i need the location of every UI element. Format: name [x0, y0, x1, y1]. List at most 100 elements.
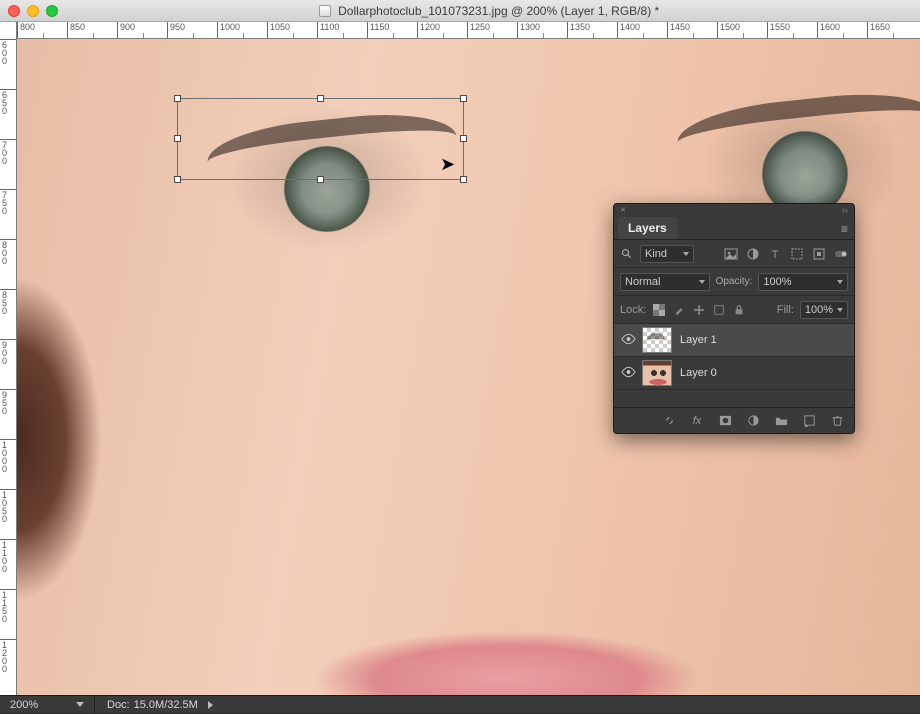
transform-handle-top-right[interactable]: [460, 95, 467, 102]
add-mask-icon[interactable]: [718, 414, 732, 428]
ruler-tick: 1050: [267, 22, 317, 39]
filter-smart-icon[interactable]: [812, 247, 826, 261]
new-adjustment-icon[interactable]: [746, 414, 760, 428]
traffic-lights: [8, 5, 58, 17]
transform-handle-bot-right[interactable]: [460, 176, 467, 183]
visibility-toggle-icon[interactable]: [614, 333, 642, 348]
fill-label: Fill:: [777, 304, 794, 316]
ruler-tick: 1350: [567, 22, 617, 39]
ruler-tick: 850: [67, 22, 117, 39]
ruler-tick: 1150: [367, 22, 417, 39]
ruler-tick: 900: [117, 22, 167, 39]
transform-handle-bot-left[interactable]: [174, 176, 181, 183]
layer-thumbnail[interactable]: [642, 327, 672, 353]
layer-thumbnail[interactable]: [642, 360, 672, 386]
ruler-tick: 600: [0, 39, 17, 89]
ruler-tick: 800: [17, 22, 67, 39]
transform-handle-top-mid[interactable]: [317, 95, 324, 102]
lock-transparent-icon[interactable]: [652, 303, 666, 317]
panel-menu-icon[interactable]: ≡: [841, 222, 848, 236]
lock-all-icon[interactable]: [732, 303, 746, 317]
filter-toggle-icon[interactable]: [834, 247, 848, 261]
layer-name[interactable]: Layer 0: [680, 367, 717, 379]
panel-tabs: Layers ≡: [614, 216, 854, 240]
transform-handle-mid-right[interactable]: [460, 135, 467, 142]
document-title-text: Dollarphotoclub_101073231.jpg @ 200% (La…: [338, 4, 659, 18]
document-icon: [319, 5, 331, 17]
transform-handle-mid-left[interactable]: [174, 135, 181, 142]
filter-pixel-icon[interactable]: [724, 247, 738, 261]
blend-mode-select[interactable]: Normal: [620, 273, 710, 291]
document-title: Dollarphotoclub_101073231.jpg @ 200% (La…: [58, 4, 920, 18]
ruler-tick: 1000: [0, 439, 17, 489]
opacity-label: Opacity:: [716, 276, 753, 287]
ruler-tick: 1100: [0, 539, 17, 589]
ruler-tick: 950: [167, 22, 217, 39]
ruler-tick: 1600: [817, 22, 867, 39]
zoom-level[interactable]: 200%: [0, 699, 68, 711]
layer-name[interactable]: Layer 1: [680, 334, 717, 346]
panel-close-icon[interactable]: ×: [620, 205, 626, 216]
layer-list: Layer 1 Layer 0: [614, 324, 854, 390]
layer-row[interactable]: Layer 0: [614, 357, 854, 390]
lock-label: Lock:: [620, 304, 646, 316]
ruler-tick: 900: [0, 339, 17, 389]
layers-panel: × ›› Layers ≡ Kind T Normal Opacity: 100…: [613, 203, 855, 434]
ruler-tick: 750: [0, 189, 17, 239]
ruler-tick: 650: [0, 89, 17, 139]
search-icon: [620, 247, 634, 261]
ruler-tick: 1450: [667, 22, 717, 39]
ruler-horizontal[interactable]: 8008509009501000105011001150120012501300…: [17, 22, 920, 39]
link-layers-icon[interactable]: [662, 414, 676, 428]
ruler-tick: 1050: [0, 489, 17, 539]
panel-footer: fx: [614, 407, 854, 433]
status-bar: 200% Doc: 15.0M/32.5M: [0, 695, 920, 713]
lock-artboard-icon[interactable]: [712, 303, 726, 317]
transform-bounding-box[interactable]: [177, 98, 464, 180]
close-button[interactable]: [8, 5, 20, 17]
lock-position-icon[interactable]: [692, 303, 706, 317]
panel-header[interactable]: × ››: [614, 204, 854, 216]
fill-input[interactable]: 100%: [800, 301, 848, 319]
ruler-tick: 1250: [467, 22, 517, 39]
doc-size-label: Doc:: [97, 699, 134, 711]
visibility-toggle-icon[interactable]: [614, 366, 642, 381]
filter-kind-select[interactable]: Kind: [640, 245, 694, 263]
ruler-tick: 1400: [617, 22, 667, 39]
ruler-tick: 1650: [867, 22, 917, 39]
ruler-tick: 1200: [0, 639, 17, 689]
transform-handle-top-left[interactable]: [174, 95, 181, 102]
window-titlebar: Dollarphotoclub_101073231.jpg @ 200% (La…: [0, 0, 920, 22]
ruler-tick: 800: [0, 239, 17, 289]
layer-filter-row: Kind T: [614, 240, 854, 268]
ruler-tick: 700: [0, 139, 17, 189]
new-group-icon[interactable]: [774, 414, 788, 428]
opacity-input[interactable]: 100%: [758, 273, 848, 291]
delete-layer-icon[interactable]: [830, 414, 844, 428]
ruler-tick: 950: [0, 389, 17, 439]
ruler-tick: 1200: [417, 22, 467, 39]
doc-size-value: 15.0M/32.5M: [134, 699, 198, 711]
lock-brush-icon[interactable]: [672, 303, 686, 317]
blend-row: Normal Opacity: 100%: [614, 268, 854, 296]
minimize-button[interactable]: [27, 5, 39, 17]
ruler-vertical[interactable]: 6006507007508008509009501000105011001150…: [0, 22, 17, 695]
ruler-tick: 1150: [0, 589, 17, 639]
ruler-tick: 850: [0, 289, 17, 339]
maximize-button[interactable]: [46, 5, 58, 17]
ruler-tick: 1500: [717, 22, 767, 39]
filter-shape-icon[interactable]: [790, 247, 804, 261]
doc-info-chevron-icon[interactable]: [208, 701, 213, 709]
ruler-tick: 1550: [767, 22, 817, 39]
filter-type-icon[interactable]: T: [768, 247, 782, 261]
panel-collapse-icon[interactable]: ››: [842, 205, 848, 215]
tab-layers[interactable]: Layers: [618, 217, 677, 239]
new-layer-icon[interactable]: [802, 414, 816, 428]
ruler-tick: 1000: [217, 22, 267, 39]
layer-row[interactable]: Layer 1: [614, 324, 854, 357]
filter-adjust-icon[interactable]: [746, 247, 760, 261]
svg-text:T: T: [772, 249, 779, 261]
transform-handle-bot-mid[interactable]: [317, 176, 324, 183]
layer-fx-icon[interactable]: fx: [690, 414, 704, 428]
zoom-chevron-icon[interactable]: [76, 702, 84, 707]
